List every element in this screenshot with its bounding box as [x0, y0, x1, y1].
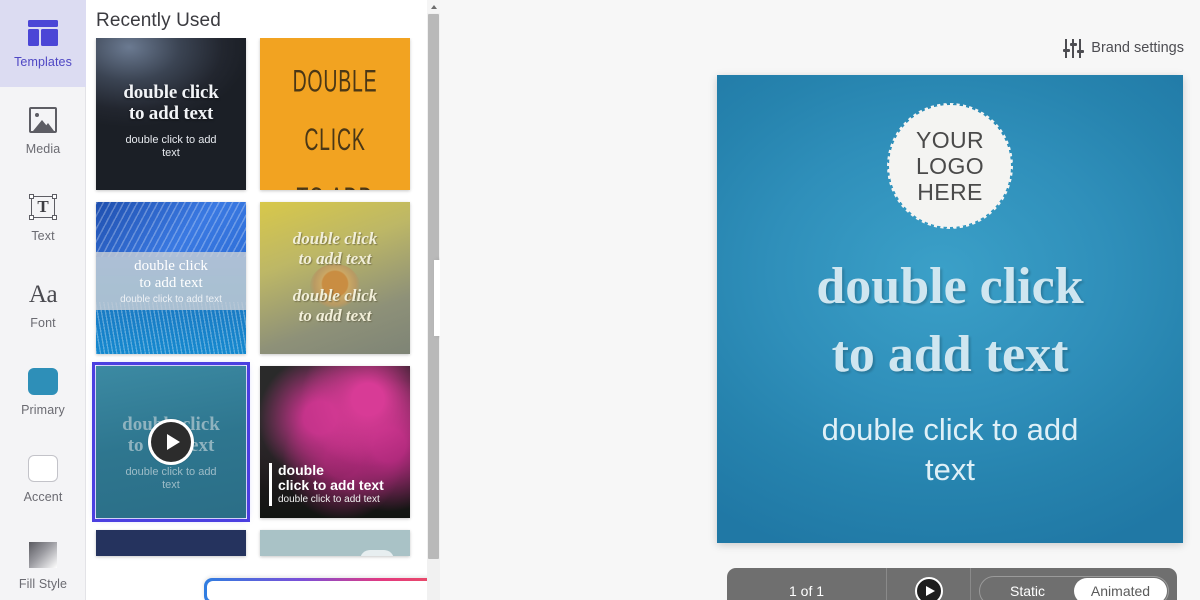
design-canvas[interactable]: YOUR LOGO HERE double click to add text d…: [717, 75, 1183, 543]
rail-item-primary[interactable]: Primary: [0, 348, 86, 435]
rail-label-accent: Accent: [23, 490, 63, 504]
logo-placeholder[interactable]: YOUR LOGO HERE: [887, 103, 1013, 229]
play-button[interactable]: [887, 568, 971, 600]
play-icon[interactable]: [148, 419, 194, 465]
mode-option-animated[interactable]: Animated: [1074, 578, 1167, 600]
template-subline: double click to add text: [292, 286, 378, 325]
rail-label-font: Font: [30, 316, 56, 330]
logo-line-1: YOUR: [915, 127, 985, 153]
template-headline-2: click to add text: [278, 477, 384, 493]
logo-line-3: HERE: [917, 179, 983, 205]
tool-rail: Templates Media T Text Aa Font Primary A…: [0, 0, 86, 600]
template-thumb-navy-plain[interactable]: [96, 530, 246, 556]
brand-settings-label: Brand settings: [1091, 40, 1184, 56]
logo-line-2: LOGO: [915, 153, 985, 179]
template-subline: double click to add text: [125, 466, 217, 491]
brand-settings-button[interactable]: Brand settings: [1063, 36, 1184, 60]
canvas-headline[interactable]: double click to add text: [717, 253, 1183, 389]
template-headline: double clickto add text: [123, 82, 219, 124]
text-box-icon: T: [26, 192, 60, 222]
template-headline: double clickto add text: [292, 229, 378, 268]
rail-item-templates[interactable]: Templates: [0, 0, 86, 87]
templates-panel: Recently Used double click to add text do…: [86, 0, 492, 600]
rail-item-fill-style[interactable]: Fill Style: [0, 522, 86, 600]
template-subline: double click to add text: [278, 494, 380, 505]
playback-toolbar: 1 of 1 Static Animated: [727, 568, 1177, 600]
mode-toggle[interactable]: Static Animated: [979, 576, 1169, 600]
template-thumb-blue-architecture[interactable]: double click to add text double click to …: [96, 202, 246, 354]
rail-label-media: Media: [25, 142, 61, 156]
rail-label-text: Text: [31, 229, 55, 243]
color-swatch-icon-accent: [26, 453, 60, 483]
scroll-up-arrow-icon[interactable]: [427, 0, 440, 13]
sliders-icon: [1063, 38, 1085, 58]
design-editor-app: Templates Media T Text Aa Font Primary A…: [0, 0, 1200, 600]
template-headline: DOUBLE CLICKTO ADD TEXT: [292, 63, 378, 190]
rail-item-accent[interactable]: Accent: [0, 435, 86, 522]
template-thumb-dark-spotlight[interactable]: double click to add text double click to …: [96, 38, 246, 190]
template-thumb-pale-blue[interactable]: [260, 530, 410, 556]
rail-label-templates: Templates: [14, 55, 72, 69]
mode-option-static[interactable]: Static: [981, 578, 1074, 600]
mode-toggle-group: Static Animated: [971, 576, 1177, 600]
font-aa-icon: Aa: [28, 280, 58, 308]
template-thumb-olive-script[interactable]: double click to add text double click to a…: [260, 202, 410, 354]
template-thumb-pink-flowers[interactable]: double click to add text double click to…: [260, 366, 410, 518]
template-subline: double click to add text: [120, 294, 222, 305]
rail-label-primary: Primary: [21, 403, 65, 417]
canvas-subline[interactable]: double click to add text: [717, 410, 1183, 490]
rail-item-text[interactable]: T Text: [0, 174, 86, 261]
template-thumb-orange-condensed[interactable]: DOUBLE CLICKTO ADD TEXT: [260, 38, 410, 190]
panel-title: Recently Used: [96, 10, 221, 31]
gradient-swatch-icon: [26, 540, 60, 570]
template-headline: double: [278, 462, 324, 478]
templates-icon: [26, 18, 60, 48]
canvas-stage: Brand settings YOUR LOGO HERE double cli…: [440, 0, 1200, 600]
play-icon: [914, 577, 943, 600]
cloud-shape: [360, 550, 394, 556]
rail-item-media[interactable]: Media: [0, 87, 86, 174]
rail-item-font[interactable]: Aa Font: [0, 261, 86, 348]
template-subline: double click to add text: [125, 134, 217, 159]
rail-label-fill-style: Fill Style: [18, 577, 68, 591]
template-grid: double click to add text double click to …: [86, 38, 424, 600]
page-indicator: 1 of 1: [727, 568, 887, 600]
color-swatch-icon-primary: [26, 366, 60, 396]
image-icon: [26, 105, 60, 135]
template-thumb-teal-video[interactable]: double clickto add text double click to …: [92, 362, 250, 522]
template-headline: double clickto add text: [134, 258, 208, 291]
